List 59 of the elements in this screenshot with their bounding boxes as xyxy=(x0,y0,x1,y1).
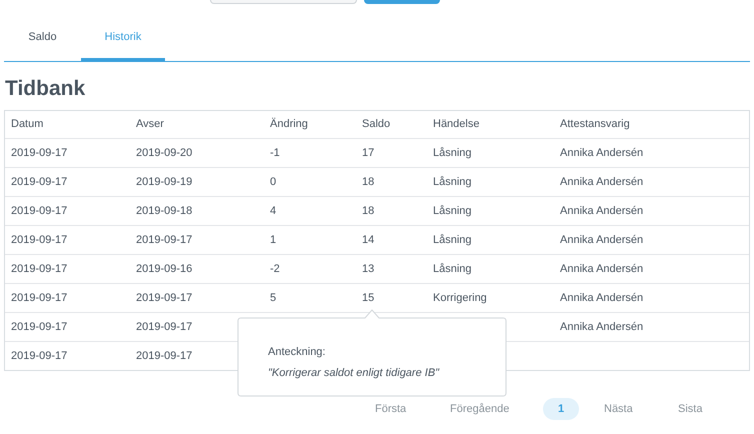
table-cell-text: Låsning xyxy=(432,204,473,219)
table-cell-text: 2019-09-17 xyxy=(10,174,68,190)
table-cell-text: 2019-09-16 xyxy=(135,262,194,277)
table-cell-text: 2019-09-19 xyxy=(135,174,194,190)
page-link[interactable]: Sista xyxy=(668,398,712,420)
table-cell-text: 2019-09-18 xyxy=(135,204,194,219)
button[interactable] xyxy=(364,0,440,4)
page-link[interactable]: Föregående xyxy=(440,398,520,420)
column-header: Attestansvarig xyxy=(559,117,631,132)
table-cell-text: 2019-09-17 xyxy=(10,290,68,306)
note-text: "Korrigerar saldot enligt tidigare IB" xyxy=(268,366,440,381)
table-cell-text: 1 xyxy=(269,232,278,248)
table-cell-text: 15 xyxy=(361,290,376,306)
input-field[interactable] xyxy=(210,0,357,4)
page-link[interactable]: Första xyxy=(365,398,416,420)
column-header: Händelse xyxy=(432,117,480,132)
table-cell-text: 2019-09-17 xyxy=(10,204,68,219)
table-cell-text: Annika Andersén xyxy=(559,320,644,335)
table-cell-text: 0 xyxy=(269,174,278,190)
table-cell-text: Annika Andersén xyxy=(559,204,644,219)
note-label: Anteckning: xyxy=(268,345,326,360)
column-header: Ändring xyxy=(269,116,309,132)
table-cell-text: 2019-09-17 xyxy=(135,232,194,248)
table-cell-text: 2019-09-17 xyxy=(10,320,68,335)
table-cell-text: 18 xyxy=(361,174,376,190)
table-cell-text: 13 xyxy=(361,262,376,277)
table-cell-text: 17 xyxy=(361,146,376,161)
table-cell-text: Låsning xyxy=(432,146,473,161)
table-cell-text: 18 xyxy=(361,204,376,219)
table-cell-text: 5 xyxy=(269,290,278,306)
table-cell-text: Annika Andersén xyxy=(559,290,644,306)
column-header: Saldo xyxy=(361,117,392,132)
tab[interactable]: Saldo xyxy=(4,20,81,62)
table-cell-text: Annika Andersén xyxy=(559,146,644,161)
table-cell-text: 2019-09-17 xyxy=(135,290,194,306)
table-cell-text: 2019-09-17 xyxy=(10,232,68,248)
page-link[interactable]: Nästa xyxy=(594,398,643,420)
table-cell-text: Låsning xyxy=(432,174,473,190)
table-cell-text: Annika Andersén xyxy=(559,262,644,277)
table-cell-text: 2019-09-17 xyxy=(10,146,68,161)
page-link[interactable]: 1 xyxy=(543,398,580,420)
table-cell-text: -1 xyxy=(269,146,281,161)
table-cell-text: Korrigering xyxy=(432,290,488,306)
table-cell-text: 2019-09-20 xyxy=(135,146,194,161)
tab[interactable]: Historik xyxy=(81,20,165,62)
table-cell-text: 2019-09-17 xyxy=(10,348,68,364)
column-header: Avser xyxy=(135,117,165,132)
table-cell-text: Låsning xyxy=(432,262,473,277)
table-cell-text: Annika Andersén xyxy=(559,174,644,190)
table-cell-text: -2 xyxy=(269,262,281,277)
table-cell-text: 2019-09-17 xyxy=(10,262,68,277)
table-cell-text: 14 xyxy=(361,232,376,248)
column-header: Datum xyxy=(10,117,44,132)
table-cell-text: 2019-09-17 xyxy=(135,320,194,335)
table-cell-text: 2019-09-17 xyxy=(135,348,194,364)
page-title: Tidbank xyxy=(5,76,86,102)
table-cell-text: Låsning xyxy=(432,232,473,248)
table-cell-text: 4 xyxy=(269,204,278,219)
table-cell-text: Annika Andersén xyxy=(559,232,644,248)
